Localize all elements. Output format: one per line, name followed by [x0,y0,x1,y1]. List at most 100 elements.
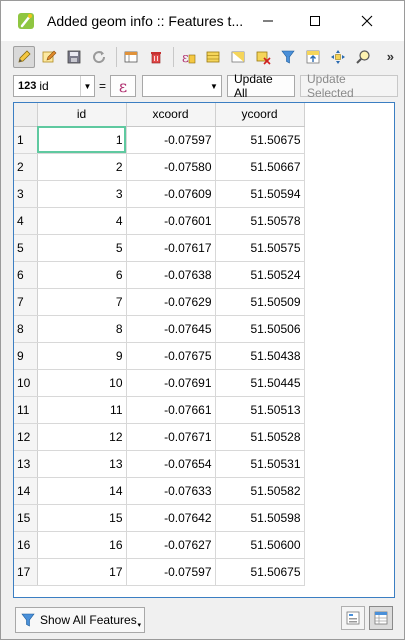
row-number[interactable]: 4 [14,207,38,235]
column-header-xcoord[interactable]: xcoord [126,103,216,127]
table-row[interactable]: 17 17 -0.07597 51.50675 [14,558,305,586]
cell-ycoord[interactable]: 51.50578 [215,207,305,235]
table-row[interactable]: 7 7 -0.07629 51.50509 [14,288,305,316]
add-feature-button[interactable] [120,46,142,68]
update-all-button[interactable]: Update All [227,72,296,100]
cell-id[interactable]: 8 [37,315,127,343]
table-row[interactable]: 8 8 -0.07645 51.50506 [14,315,305,343]
cell-xcoord[interactable]: -0.07638 [126,261,216,289]
row-number[interactable]: 6 [14,261,38,289]
table-row[interactable]: 11 11 -0.07661 51.50513 [14,396,305,424]
row-number[interactable]: 14 [14,477,38,505]
row-number[interactable]: 17 [14,558,38,586]
move-selection-top-button[interactable] [302,46,324,68]
column-header-id[interactable]: id [37,103,127,127]
table-row[interactable]: 5 5 -0.07617 51.50575 [14,234,305,262]
cell-id[interactable]: 11 [37,396,127,424]
cell-xcoord[interactable]: -0.07661 [126,396,216,424]
row-number[interactable]: 8 [14,315,38,343]
minimize-button[interactable] [245,1,291,41]
row-number[interactable]: 10 [14,369,38,397]
cell-xcoord[interactable]: -0.07609 [126,180,216,208]
table-row[interactable]: 4 4 -0.07601 51.50578 [14,207,305,235]
row-number[interactable]: 16 [14,531,38,559]
pan-to-selection-button[interactable] [327,46,349,68]
multi-edit-button[interactable] [38,46,60,68]
cell-id[interactable]: 2 [37,153,127,181]
attribute-table[interactable]: id xcoord ycoord 1 1 -0.07597 51.50675 2 2 -0.… [13,102,395,598]
reload-button[interactable] [88,46,110,68]
table-row[interactable]: 15 15 -0.07642 51.50598 [14,504,305,532]
show-features-filter-button[interactable]: Show All Features ▾ [15,607,145,633]
cell-ycoord[interactable]: 51.50667 [215,153,305,181]
select-by-expression-button[interactable]: ε [177,46,199,68]
cell-id[interactable]: 10 [37,369,127,397]
table-row[interactable]: 13 13 -0.07654 51.50531 [14,450,305,478]
table-row[interactable]: 6 6 -0.07638 51.50524 [14,261,305,289]
row-number[interactable]: 15 [14,504,38,532]
cell-ycoord[interactable]: 51.50531 [215,450,305,478]
cell-xcoord[interactable]: -0.07691 [126,369,216,397]
cell-ycoord[interactable]: 51.50524 [215,261,305,289]
toggle-editing-button[interactable] [13,46,35,68]
row-number[interactable]: 2 [14,153,38,181]
expression-input[interactable]: ▼ [142,75,223,97]
cell-xcoord[interactable]: -0.07597 [126,126,216,154]
row-number[interactable]: 7 [14,288,38,316]
cell-xcoord[interactable]: -0.07597 [126,558,216,586]
delete-feature-button[interactable] [145,46,167,68]
cell-ycoord[interactable]: 51.50675 [215,126,305,154]
cell-xcoord[interactable]: -0.07675 [126,342,216,370]
row-number[interactable]: 5 [14,234,38,262]
cell-id[interactable]: 7 [37,288,127,316]
table-row[interactable]: 14 14 -0.07633 51.50582 [14,477,305,505]
cell-id[interactable]: 6 [37,261,127,289]
row-number[interactable]: 1 [14,126,38,154]
table-row[interactable]: 1 1 -0.07597 51.50675 [14,126,305,154]
cell-ycoord[interactable]: 51.50675 [215,558,305,586]
cell-ycoord[interactable]: 51.50445 [215,369,305,397]
table-row[interactable]: 12 12 -0.07671 51.50528 [14,423,305,451]
cell-id[interactable]: 14 [37,477,127,505]
cell-id[interactable]: 1 [37,126,127,154]
cell-ycoord[interactable]: 51.50513 [215,396,305,424]
cell-xcoord[interactable]: -0.07645 [126,315,216,343]
corner-cell[interactable] [14,103,38,127]
filter-selected-button[interactable] [277,46,299,68]
cell-ycoord[interactable]: 51.50575 [215,234,305,262]
form-view-button[interactable] [341,606,365,630]
cell-ycoord[interactable]: 51.50528 [215,423,305,451]
row-number[interactable]: 11 [14,396,38,424]
cell-id[interactable]: 12 [37,423,127,451]
table-row[interactable]: 10 10 -0.07691 51.50445 [14,369,305,397]
row-number[interactable]: 3 [14,180,38,208]
cell-xcoord[interactable]: -0.07617 [126,234,216,262]
cell-id[interactable]: 13 [37,450,127,478]
table-row[interactable]: 9 9 -0.07675 51.50438 [14,342,305,370]
cell-ycoord[interactable]: 51.50509 [215,288,305,316]
cell-id[interactable]: 15 [37,504,127,532]
cell-id[interactable]: 17 [37,558,127,586]
expression-builder-button[interactable]: ε [110,75,137,97]
cell-xcoord[interactable]: -0.07601 [126,207,216,235]
cell-xcoord[interactable]: -0.07671 [126,423,216,451]
deselect-all-button[interactable] [252,46,274,68]
cell-xcoord[interactable]: -0.07629 [126,288,216,316]
cell-xcoord[interactable]: -0.07580 [126,153,216,181]
cell-xcoord[interactable]: -0.07633 [126,477,216,505]
cell-xcoord[interactable]: -0.07642 [126,504,216,532]
zoom-to-selection-button[interactable] [352,46,374,68]
close-button[interactable] [344,1,390,41]
cell-ycoord[interactable]: 51.50600 [215,531,305,559]
row-number[interactable]: 9 [14,342,38,370]
column-header-ycoord[interactable]: ycoord [215,103,305,127]
cell-xcoord[interactable]: -0.07654 [126,450,216,478]
table-row[interactable]: 2 2 -0.07580 51.50667 [14,153,305,181]
table-view-button[interactable] [369,606,393,630]
cell-ycoord[interactable]: 51.50594 [215,180,305,208]
maximize-button[interactable] [292,1,338,41]
cell-xcoord[interactable]: -0.07627 [126,531,216,559]
cell-ycoord[interactable]: 51.50438 [215,342,305,370]
table-row[interactable]: 16 16 -0.07627 51.50600 [14,531,305,559]
cell-ycoord[interactable]: 51.50598 [215,504,305,532]
